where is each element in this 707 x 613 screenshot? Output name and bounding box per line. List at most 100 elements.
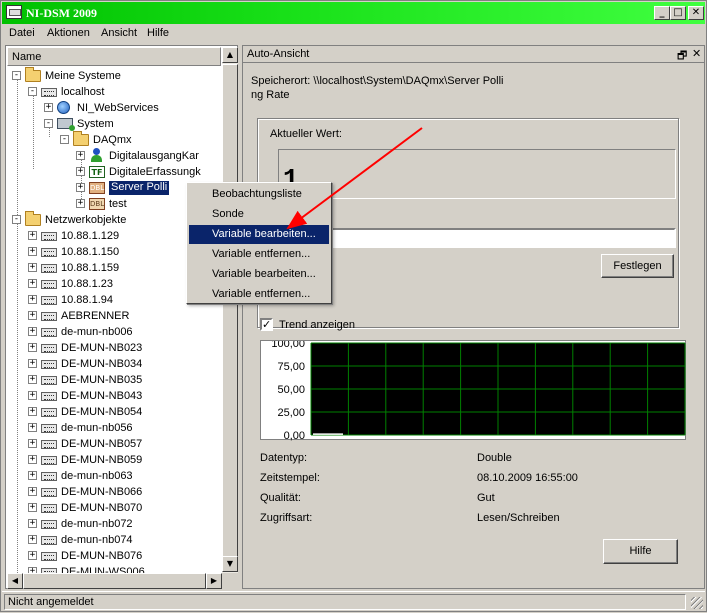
expand-icon[interactable]: + [28, 407, 37, 416]
set-button[interactable]: Festlegen [601, 254, 674, 278]
tree-item[interactable]: + TF DigitaleErfassungk [7, 164, 222, 180]
tree-item[interactable]: + DE-MUN-WS006 [7, 564, 222, 573]
scroll-thumb[interactable] [222, 64, 238, 572]
tree-item[interactable]: + DE-MUN-NB057 [7, 436, 222, 452]
expand-icon[interactable]: + [28, 231, 37, 240]
server-icon [41, 408, 57, 417]
server-icon [41, 392, 57, 401]
dbl-icon: DBL [89, 182, 105, 194]
ctx-variable-bearbeiten[interactable]: Variable bearbeiten... [189, 225, 329, 244]
tree-item[interactable]: - localhost [7, 84, 222, 100]
tree-item[interactable]: + de-mun-nb074 [7, 532, 222, 548]
expand-icon[interactable]: + [76, 183, 85, 192]
tree-item[interactable]: + DE-MUN-NB023 [7, 340, 222, 356]
expand-icon[interactable]: + [28, 343, 37, 352]
restore-panel-icon[interactable]: 🗗 [677, 47, 687, 66]
tree-item[interactable]: + DigitalausgangKar [7, 148, 222, 164]
tree-item[interactable]: + de-mun-nb006 [7, 324, 222, 340]
expand-icon[interactable]: + [28, 375, 37, 384]
context-menu: Beobachtungsliste Sonde Variable bearbei… [186, 182, 332, 304]
expand-icon[interactable]: + [28, 423, 37, 432]
tree-item[interactable]: + AEBRENNER [7, 308, 222, 324]
tree-item[interactable]: + DE-MUN-NB034 [7, 356, 222, 372]
expand-icon[interactable]: + [28, 535, 37, 544]
tree-item[interactable]: - Meine Systeme [7, 67, 222, 84]
expand-icon[interactable]: + [76, 151, 85, 160]
expand-icon[interactable]: + [28, 503, 37, 512]
expand-icon[interactable]: + [28, 279, 37, 288]
tree-item[interactable]: + DE-MUN-NB066 [7, 484, 222, 500]
maximize-button[interactable]: □ [670, 6, 686, 20]
expand-icon[interactable]: + [28, 327, 37, 336]
close-panel-icon[interactable]: ✕ [692, 47, 701, 60]
tree-item[interactable]: + DE-MUN-NB035 [7, 372, 222, 388]
minimize-button[interactable]: _ [654, 6, 670, 20]
expand-icon[interactable]: + [28, 391, 37, 400]
ctx-variable-bearbeiten-2[interactable]: Variable bearbeiten... [189, 265, 329, 284]
expand-icon[interactable]: + [28, 247, 37, 256]
expand-icon[interactable]: + [76, 167, 85, 176]
hscroll-thumb[interactable] [23, 573, 206, 589]
collapse-icon[interactable]: - [60, 135, 69, 144]
scroll-corner [222, 573, 238, 589]
trend-checkbox[interactable]: ✓ [260, 318, 273, 331]
expand-icon[interactable]: + [28, 455, 37, 464]
ctx-beobachtungsliste[interactable]: Beobachtungsliste [189, 185, 329, 204]
collapse-icon[interactable]: - [44, 119, 53, 128]
tree-item[interactable]: - System [7, 116, 222, 132]
tree-item[interactable]: + DE-MUN-NB054 [7, 404, 222, 420]
menu-aktionen[interactable]: Aktionen [47, 27, 90, 39]
expand-icon[interactable]: + [28, 439, 37, 448]
tree-item[interactable]: + de-mun-nb056 [7, 420, 222, 436]
expand-icon[interactable]: + [28, 551, 37, 560]
scroll-up-icon[interactable]: ▲ [222, 47, 238, 63]
tree-horizontal-scrollbar[interactable]: ◀ ▶ [7, 573, 222, 589]
collapse-icon[interactable]: - [12, 215, 21, 224]
scroll-right-icon[interactable]: ▶ [206, 573, 222, 589]
system-tree[interactable]: - Meine Systeme - localhost + NI_WebServices -… [7, 67, 222, 573]
expand-icon[interactable]: + [28, 295, 37, 304]
expand-icon[interactable]: + [28, 519, 37, 528]
ctx-variable-entfernen[interactable]: Variable entfernen... [189, 245, 329, 264]
tree-item[interactable]: + de-mun-nb063 [7, 468, 222, 484]
tree-item[interactable]: + DE-MUN-NB076 [7, 548, 222, 564]
prop-key-zugriffsart: Zugriffsart: [260, 512, 313, 524]
tree-item[interactable]: + DE-MUN-NB043 [7, 388, 222, 404]
tree-item[interactable]: + de-mun-nb072 [7, 516, 222, 532]
tree-vertical-scrollbar[interactable]: ▲ ▼ [222, 47, 238, 573]
ctx-sonde[interactable]: Sonde [189, 205, 329, 224]
server-icon [41, 88, 57, 97]
tree-panel: Name - Meine Systeme - localhost + NI_WebServ… [5, 45, 238, 589]
expand-icon[interactable]: + [44, 103, 53, 112]
expand-icon[interactable]: + [28, 359, 37, 368]
collapse-icon[interactable]: - [12, 71, 21, 80]
collapse-icon[interactable]: - [28, 87, 37, 96]
expand-icon[interactable]: + [28, 263, 37, 272]
scroll-left-icon[interactable]: ◀ [7, 573, 23, 589]
menu-datei[interactable]: Datei [9, 27, 35, 39]
menu-ansicht[interactable]: Ansicht [101, 27, 137, 39]
tree-item[interactable]: + DE-MUN-NB070 [7, 500, 222, 516]
expand-icon[interactable]: + [76, 199, 85, 208]
system-icon [57, 118, 75, 131]
ctx-variable-entfernen-2[interactable]: Variable entfernen... [189, 285, 329, 304]
tree-item[interactable]: - DAQmx [7, 131, 222, 148]
tree-item[interactable]: + NI_WebServices [7, 100, 222, 116]
expand-icon[interactable]: + [28, 471, 37, 480]
resize-grip-icon[interactable] [691, 597, 703, 609]
title-bar[interactable]: NI-DSM 2009 _ □ ✕ [2, 2, 705, 24]
new-value-input[interactable] [278, 228, 676, 248]
close-button[interactable]: ✕ [688, 6, 704, 20]
tree-item[interactable]: + DE-MUN-NB059 [7, 452, 222, 468]
column-header-name[interactable]: Name [7, 47, 221, 66]
expand-icon[interactable]: + [28, 487, 37, 496]
tree-item-label: 10.88.1.94 [61, 294, 113, 306]
prop-key-datentyp: Datentyp: [260, 452, 308, 464]
expand-icon[interactable]: + [28, 311, 37, 320]
app-icon[interactable] [6, 5, 22, 19]
server-icon [41, 312, 57, 321]
menu-hilfe[interactable]: Hilfe [147, 27, 169, 39]
tree-item-label: DE-MUN-NB057 [61, 438, 143, 450]
scroll-down-icon[interactable]: ▼ [222, 556, 238, 572]
help-button[interactable]: Hilfe [603, 539, 678, 564]
